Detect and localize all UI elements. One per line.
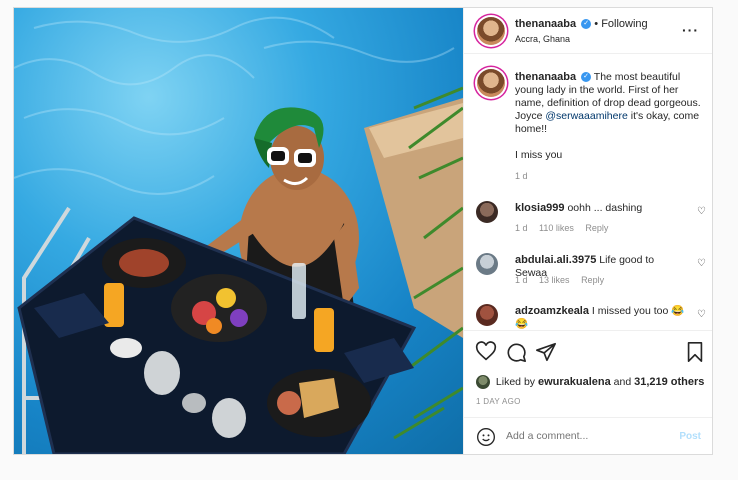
comment-input[interactable] — [506, 430, 666, 442]
comment-reply-button[interactable]: Reply — [585, 223, 608, 233]
like-heart-icon[interactable] — [475, 341, 497, 363]
save-bookmark-icon[interactable] — [684, 341, 706, 363]
comment-item: abdulai.ali.3975 Life good to Sewaa 1 d … — [476, 253, 708, 287]
location-link[interactable]: Accra, Ghana — [515, 34, 570, 44]
add-comment-bar: Post — [464, 417, 712, 454]
post-side-panel: thenanaaba ✓ • Following Accra, Ghana ··… — [463, 8, 712, 454]
post-card: thenanaaba ✓ • Following Accra, Ghana ··… — [13, 7, 713, 455]
post-actions: Liked by ewurakualena and 31,219 others … — [464, 330, 712, 454]
comment-avatar[interactable] — [476, 253, 498, 275]
comment-reply-button[interactable]: Reply — [581, 275, 604, 285]
comment-avatar[interactable] — [476, 304, 498, 326]
comment-like-heart-icon[interactable]: ♡ — [697, 258, 706, 269]
liked-by-user-link[interactable]: ewurakualena — [538, 376, 611, 388]
likes-summary: Liked by ewurakualena and 31,219 others — [476, 375, 704, 389]
caption-verified-badge-icon: ✓ — [581, 72, 592, 83]
share-send-icon[interactable] — [535, 341, 557, 363]
more-options-icon[interactable]: ··· — [682, 22, 699, 38]
liked-by-prefix: Liked by — [495, 375, 538, 388]
likes-count-link[interactable]: 31,219 others — [634, 376, 704, 388]
following-button[interactable]: Following — [601, 18, 647, 30]
caption-time[interactable]: 1 d — [515, 170, 705, 183]
comment-item: klosia999 oohh ... dashing 1 d 110 likes… — [476, 201, 708, 235]
post-photo[interactable] — [14, 8, 463, 454]
liked-by-and: and — [610, 375, 635, 388]
author-username[interactable]: thenanaaba — [515, 18, 576, 30]
pool-scene-image — [14, 16, 463, 454]
caption-author-avatar[interactable] — [477, 69, 505, 97]
comment-item: adzoamzkeala I missed you too 😂 😂 ♡ — [476, 304, 708, 330]
post-comment-button[interactable]: Post — [679, 431, 701, 442]
comment-bubble-icon[interactable] — [505, 341, 527, 363]
caption-username[interactable]: thenanaaba — [515, 71, 576, 83]
comment-text: oohh ... dashing — [567, 202, 643, 214]
post-date[interactable]: 1 DAY AGO — [476, 397, 521, 406]
post-header: thenanaaba ✓ • Following Accra, Ghana ··… — [464, 8, 712, 54]
caption-line-2: I miss you — [515, 149, 563, 161]
comment-like-heart-icon[interactable]: ♡ — [697, 206, 706, 217]
comment-username[interactable]: adzoamzkeala — [515, 305, 589, 317]
comment-like-heart-icon[interactable]: ♡ — [697, 309, 706, 320]
emoji-smiley-icon[interactable] — [476, 427, 496, 447]
comment-avatar[interactable] — [476, 201, 498, 223]
verified-badge-icon: ✓ — [581, 19, 592, 30]
author-avatar[interactable] — [477, 17, 505, 45]
comment-time[interactable]: 1 d — [515, 275, 528, 285]
comment-likes[interactable]: 110 likes — [539, 223, 574, 233]
liked-by-avatar[interactable] — [476, 375, 490, 389]
comment-likes[interactable]: 13 likes — [539, 275, 570, 285]
comment-time[interactable]: 1 d — [515, 223, 528, 233]
caption-mention-link[interactable]: @serwaaamihere — [545, 110, 627, 122]
comment-username[interactable]: klosia999 — [515, 202, 565, 214]
comment-username[interactable]: abdulai.ali.3975 — [515, 254, 596, 266]
caption: thenanaaba ✓ The most beautiful young la… — [515, 71, 705, 183]
author-line: thenanaaba ✓ • Following — [515, 18, 648, 30]
